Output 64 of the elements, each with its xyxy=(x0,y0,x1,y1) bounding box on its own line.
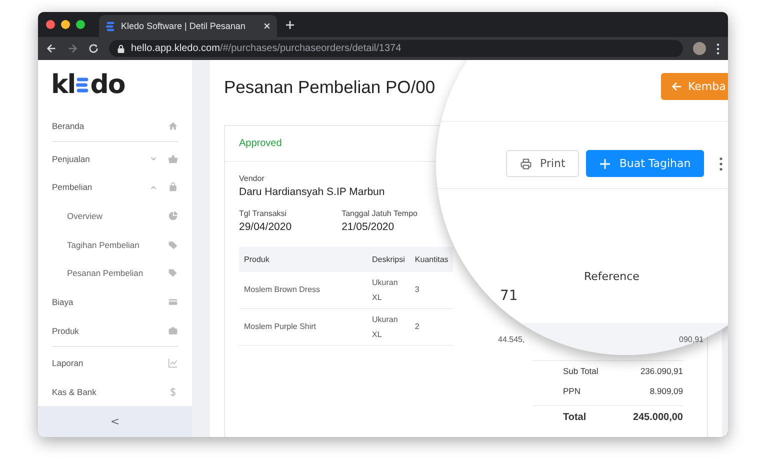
number-fragment: 71 xyxy=(500,288,518,304)
more-icon[interactable] xyxy=(716,42,720,54)
house-icon xyxy=(168,120,178,131)
page-title: Pesanan Pembelian PO/00 xyxy=(224,77,436,97)
menu-item[interactable]: Produk xyxy=(52,316,178,346)
card-icon xyxy=(168,297,178,307)
url-text: hello.app.kledo.com/#/purchases/purchaseorders/detail/1374 xyxy=(131,43,402,54)
menu-item[interactable]: Biaya xyxy=(52,288,178,316)
field-value: 29/04/2020 xyxy=(239,221,292,233)
field-label: Vendor xyxy=(239,174,266,183)
line-chart-icon xyxy=(168,358,178,368)
menu-item[interactable]: Penjualan xyxy=(52,144,178,173)
submenu-item[interactable]: Overview xyxy=(52,202,178,230)
table-cell: Moslem Brown Dress xyxy=(239,272,367,308)
reload-icon[interactable] xyxy=(88,43,99,54)
field-label: Tanggal Jatuh Tempo xyxy=(342,209,418,218)
field-label: Tgl Transaksi xyxy=(239,209,288,218)
dollar-icon xyxy=(168,387,178,398)
menu-item[interactable]: Kas & Bank xyxy=(52,378,178,406)
stacked-lines-icon xyxy=(105,20,116,32)
field-value: 21/05/2020 xyxy=(342,221,396,233)
close-icon[interactable] xyxy=(263,22,271,30)
column-header: Kuantitas xyxy=(410,247,454,272)
printer-icon xyxy=(520,158,532,170)
total-row: Total 245.000,00 xyxy=(533,405,683,428)
column-header: Deskripsi xyxy=(367,247,410,272)
minimize-window-button[interactable] xyxy=(61,20,70,29)
table-cell: Ukuran XL xyxy=(367,308,410,346)
field-value: Daru Hardiansyah S.IP Marbun xyxy=(239,186,386,198)
box-icon xyxy=(168,326,178,336)
new-tab-icon[interactable] xyxy=(285,20,295,30)
total-row-text: PPN 8.909,09 xyxy=(562,385,683,398)
basket-icon xyxy=(168,154,178,164)
left-arrow-icon xyxy=(671,81,682,92)
address-bar[interactable]: hello.app.kledo.com/#/purchases/purchaseorders/detail/1374 xyxy=(109,40,683,57)
collapse-sidebar-button[interactable]: < xyxy=(38,406,192,437)
avatar-circle[interactable] xyxy=(693,42,706,55)
more-icon[interactable] xyxy=(718,156,723,170)
forward-arrow-icon[interactable] xyxy=(67,43,78,54)
back-arrow-icon[interactable] xyxy=(46,43,57,54)
table-cell: Moslem Purple Shirt xyxy=(239,308,367,346)
table-cell: Ukuran XL xyxy=(367,272,410,308)
browser-tab[interactable]: Kledo Software | Detil Pesanan xyxy=(99,15,277,37)
tab-title: Kledo Software | Detil Pesanan xyxy=(121,21,246,31)
column-header: Reference xyxy=(584,270,640,283)
pie-chart-icon xyxy=(168,210,178,221)
maximize-window-button[interactable] xyxy=(76,20,85,29)
print-button[interactable]: Print xyxy=(506,150,580,177)
submenu-item[interactable]: Pesanan Pembelian xyxy=(52,258,178,288)
close-window-button[interactable] xyxy=(46,20,55,29)
column-header: Produk xyxy=(239,247,367,272)
menu-item[interactable]: Laporan xyxy=(52,349,178,378)
total-row-text: Sub Total 236.090,91 xyxy=(562,365,683,378)
menu-item[interactable]: Beranda xyxy=(52,112,178,140)
table-cell: 090,91 xyxy=(679,335,704,344)
menu-item[interactable]: Pembelian xyxy=(52,172,178,202)
kledo-logo: kl do xyxy=(50,68,126,102)
plus-icon xyxy=(599,158,612,170)
lock-icon xyxy=(117,44,125,54)
table-cell: 44.545, xyxy=(498,335,525,344)
submenu-item[interactable]: Tagihan Pembelian xyxy=(52,230,178,259)
tag-icon xyxy=(168,268,178,278)
bag-icon xyxy=(168,182,178,192)
tags-icon xyxy=(168,240,178,250)
